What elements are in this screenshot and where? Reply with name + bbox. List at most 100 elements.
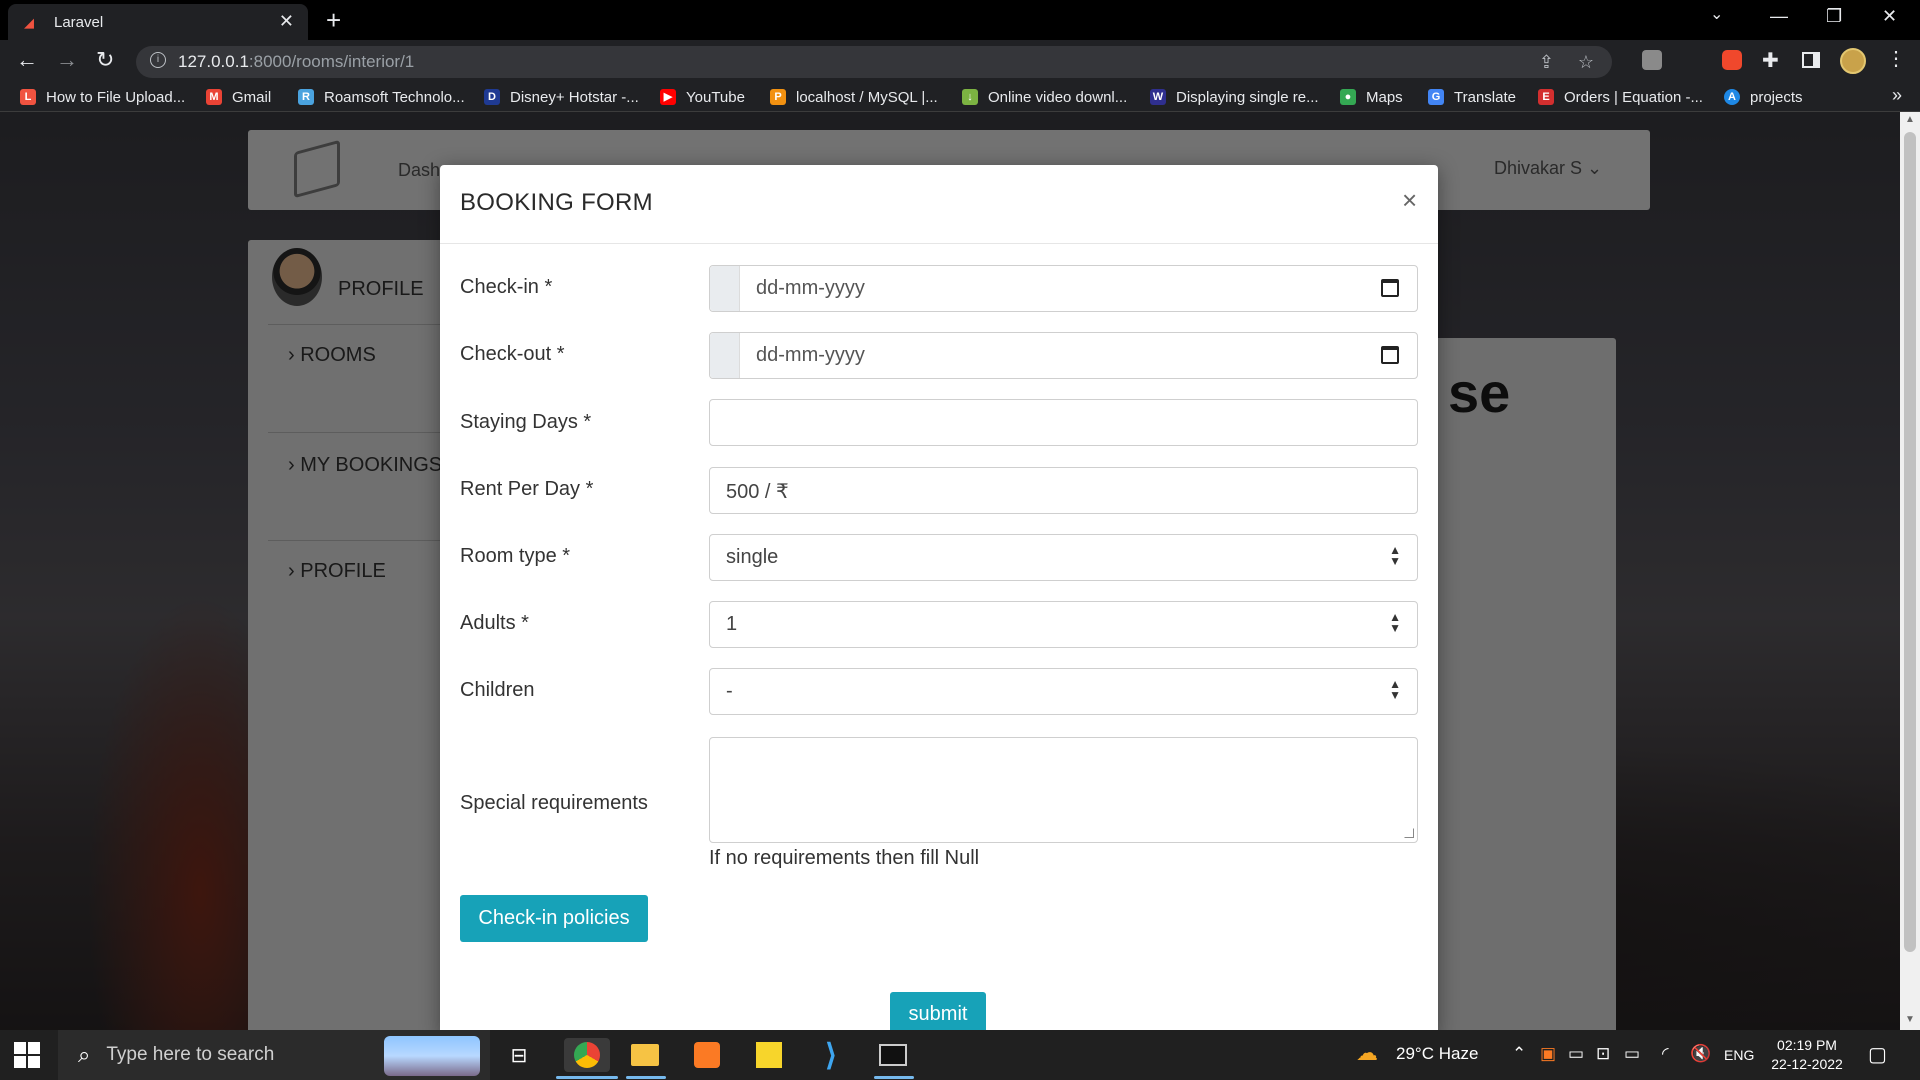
profile-avatar-icon[interactable]: [1840, 48, 1866, 74]
page-scrollbar[interactable]: ▲ ▼: [1900, 112, 1920, 1030]
room-type-value: single: [726, 546, 779, 568]
adults-select[interactable]: 1 ▲ ▼: [709, 601, 1418, 648]
restore-button[interactable]: ❐: [1826, 6, 1842, 27]
bookmark-item[interactable]: ↓ Online video downl...: [962, 86, 1127, 108]
bookmark-label: Orders | Equation -...: [1564, 88, 1703, 106]
bookmark-item[interactable]: M Gmail: [206, 86, 271, 108]
checkout-label: Check-out *: [460, 343, 565, 365]
share-icon[interactable]: ⇪: [1539, 52, 1554, 73]
sticky-notes-icon[interactable]: [750, 1038, 788, 1072]
weather-icon[interactable]: ☁: [1356, 1040, 1378, 1066]
checkin-date-input[interactable]: dd-mm-yyyy: [709, 265, 1418, 312]
browser-tab-strip: ◢ Laravel ✕ + ⌄ — ❐ ✕: [0, 0, 1920, 40]
forward-arrow-icon[interactable]: →: [56, 47, 78, 73]
staying-days-input[interactable]: [709, 399, 1418, 446]
new-tab-button[interactable]: +: [326, 6, 341, 34]
bookmark-item[interactable]: Plocalhost / MySQL |...: [770, 86, 938, 108]
special-requirements-hint: If no requirements then fill Null: [709, 847, 980, 869]
laravel-favicon-icon: ◢: [24, 15, 34, 30]
side-panel-icon[interactable]: [1802, 52, 1820, 68]
rent-per-day-input[interactable]: 500 / ₹: [709, 467, 1418, 514]
room-type-select[interactable]: single ▲ ▼: [709, 534, 1418, 581]
tab-search-chevron-icon[interactable]: ⌄: [1710, 4, 1723, 24]
battery-icon[interactable]: ▭: [1624, 1044, 1640, 1064]
clock[interactable]: 02:19 PM 22-12-2022: [1768, 1036, 1846, 1074]
bookmark-label: Roamsoft Technolo...: [324, 88, 465, 106]
terminal-icon[interactable]: [874, 1038, 912, 1072]
bookmark-item[interactable]: L How to File Upload...: [20, 86, 185, 108]
extension-record-icon[interactable]: [1722, 50, 1742, 70]
minimize-button[interactable]: —: [1770, 6, 1788, 27]
file-explorer-icon[interactable]: [626, 1038, 664, 1072]
bookmark-label: How to File Upload...: [46, 88, 186, 106]
address-bar[interactable]: i 127.0.0.1:8000/rooms/interior/1 ⇪ ☆: [136, 46, 1612, 78]
reload-icon[interactable]: ↻: [96, 47, 114, 73]
browser-tab[interactable]: ◢ Laravel ✕: [8, 4, 308, 40]
equation-icon: E: [1538, 89, 1554, 105]
url-text[interactable]: 127.0.0.1:8000/rooms/interior/1: [178, 52, 414, 72]
phpmyadmin-icon: P: [770, 89, 786, 105]
checkout-date-input[interactable]: dd-mm-yyyy: [709, 332, 1418, 379]
bookmark-item[interactable]: W Displaying single re...: [1150, 86, 1319, 108]
checkin-policies-button[interactable]: Check-in policies: [460, 895, 648, 942]
volume-muted-icon[interactable]: 🔇: [1690, 1044, 1711, 1064]
staying-days-label: Staying Days *: [460, 411, 592, 433]
scroll-up-icon[interactable]: ▲: [1905, 114, 1915, 125]
bookmark-item[interactable]: G Translate: [1428, 86, 1516, 108]
back-arrow-icon[interactable]: ←: [16, 47, 38, 73]
search-highlight-image: [384, 1036, 480, 1076]
hotstar-icon: D: [484, 89, 500, 105]
rent-per-day-label: Rent Per Day *: [460, 478, 594, 500]
calendar-icon[interactable]: [1381, 279, 1399, 297]
roamsoft-icon: R: [298, 89, 314, 105]
youtube-icon: ▶: [660, 89, 676, 105]
xampp-tray-icon[interactable]: ▣: [1540, 1044, 1556, 1064]
weather-text[interactable]: 29°C Haze: [1396, 1044, 1478, 1064]
xampp-icon[interactable]: [688, 1038, 726, 1072]
search-placeholder: Type here to search: [106, 1044, 275, 1065]
show-hidden-icons-chevron-icon[interactable]: ⌃: [1512, 1044, 1526, 1064]
special-requirements-textarea[interactable]: [709, 737, 1418, 843]
scrollbar-thumb[interactable]: [1904, 132, 1916, 952]
url-path: :8000/rooms/interior/1: [248, 52, 415, 71]
url-host: 127.0.0.1: [178, 52, 249, 71]
calendar-icon[interactable]: [1381, 346, 1399, 364]
bookmark-star-icon[interactable]: ☆: [1578, 52, 1594, 73]
projects-icon: A: [1724, 89, 1740, 105]
special-requirements-label: Special requirements: [460, 792, 648, 814]
language-indicator[interactable]: ENG: [1724, 1047, 1754, 1063]
vscode-icon[interactable]: ⟩: [812, 1038, 850, 1072]
bookmark-item[interactable]: D Disney+ Hotstar -...: [484, 86, 639, 108]
site-info-icon[interactable]: i: [150, 52, 166, 68]
bookmark-item[interactable]: Aprojects: [1724, 86, 1803, 108]
tab-close-icon[interactable]: ✕: [279, 11, 294, 32]
w3-icon: W: [1150, 89, 1166, 105]
task-view-icon[interactable]: ⊟: [500, 1038, 538, 1072]
meet-now-icon[interactable]: ▭: [1568, 1044, 1584, 1064]
windows-taskbar: ⌕ Type here to search ⊟ ⟩ ☁ 29°C Haze ⌃ …: [0, 1030, 1920, 1080]
bookmark-item[interactable]: ▶ YouTube: [660, 86, 745, 108]
extensions-puzzle-icon[interactable]: ✚: [1762, 48, 1779, 73]
wifi-icon[interactable]: ◜: [1662, 1044, 1669, 1064]
chrome-taskbar-icon[interactable]: [564, 1038, 610, 1072]
submit-button[interactable]: submit: [890, 992, 986, 1035]
running-app-indicator: [626, 1076, 666, 1079]
active-app-indicator: [556, 1076, 618, 1079]
window-close-button[interactable]: ✕: [1882, 6, 1897, 27]
modal-close-button[interactable]: ×: [1402, 185, 1417, 216]
notification-icon[interactable]: ▢: [1868, 1042, 1887, 1067]
browser-menu-icon[interactable]: ⋮: [1886, 46, 1906, 71]
bookmark-item[interactable]: ● Maps: [1340, 86, 1403, 108]
scroll-down-icon[interactable]: ▼: [1905, 1014, 1915, 1025]
checkout-placeholder: dd-mm-yyyy: [756, 344, 865, 366]
windows-start-icon[interactable]: [14, 1042, 40, 1068]
bookmarks-overflow-icon[interactable]: »: [1892, 85, 1902, 106]
checkin-placeholder: dd-mm-yyyy: [756, 277, 865, 299]
taskbar-search-box[interactable]: ⌕ Type here to search: [58, 1030, 490, 1080]
bookmark-item[interactable]: R Roamsoft Technolo...: [298, 86, 465, 108]
device-icon[interactable]: ⊡: [1596, 1044, 1610, 1064]
extension-cast-icon[interactable]: [1642, 50, 1662, 70]
children-select[interactable]: - ▲ ▼: [709, 668, 1418, 715]
bookmark-item[interactable]: E Orders | Equation -...: [1538, 86, 1703, 108]
date-input-addon: [710, 266, 740, 311]
